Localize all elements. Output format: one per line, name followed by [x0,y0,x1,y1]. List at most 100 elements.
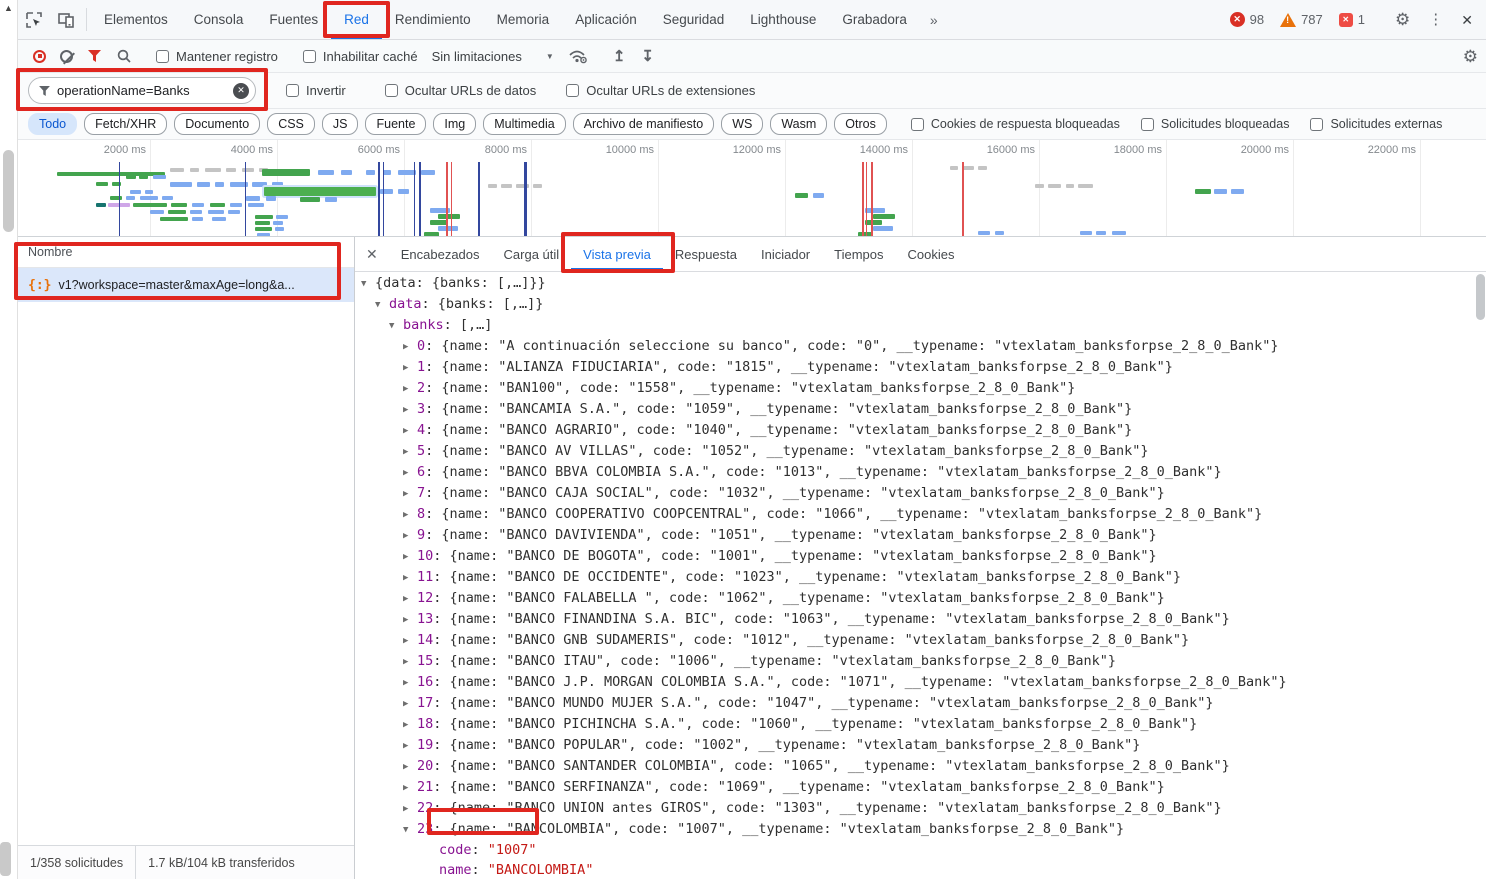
expand-arrow-icon[interactable]: ▶ [403,631,417,651]
tree-bank-14[interactable]: ▶14: {name: "BANCO GNB SUDAMERIS", code:… [361,630,1486,651]
close-details-icon[interactable]: ✕ [355,237,389,271]
expand-arrow-icon[interactable]: ▶ [403,484,417,504]
details-tab-respuesta[interactable]: Respuesta [663,237,749,271]
tab-memoria[interactable]: Memoria [484,0,563,39]
kebab-menu-icon[interactable]: ⋮ [1421,12,1450,27]
expand-arrow-icon[interactable]: ▶ [403,652,417,672]
scrollbar-thumb[interactable] [3,150,14,232]
tab-red[interactable]: Red [331,0,382,39]
tree-bank-22[interactable]: ▶22: {name: "BANCO UNION antes GIROS", c… [361,798,1486,819]
console-warnings-badge[interactable]: 787 [1274,12,1329,27]
expand-arrow-icon[interactable]: ▶ [403,736,417,756]
preview-json-tree[interactable]: ▼{data: {banks: [,…]}}▼data: {banks: [,…… [355,272,1486,879]
chip-img[interactable]: Img [433,113,476,135]
settings-gear-icon[interactable]: ⚙ [1388,11,1417,28]
import-har-icon[interactable]: ↥ [605,47,634,65]
tab-fuentes[interactable]: Fuentes [256,0,331,39]
expand-arrow-icon[interactable]: ▶ [403,547,417,567]
checkbox-icon[interactable] [1141,118,1154,131]
expand-arrow-icon[interactable]: ▶ [403,358,417,378]
tree-bank-19[interactable]: ▶19: {name: "BANCO POPULAR", code: "1002… [361,735,1486,756]
tree-bank-4[interactable]: ▶4: {name: "BANCO AGRARIO", code: "1040"… [361,420,1486,441]
checkbox-cookies-de-respuesta-bloqueadas[interactable]: Cookies de respuesta bloqueadas [904,117,1127,131]
expand-arrow-icon[interactable]: ▶ [403,568,417,588]
expand-arrow-icon[interactable]: ▶ [403,442,417,462]
tree-bank-15[interactable]: ▶15: {name: "BANCO ITAU", code: "1006", … [361,651,1486,672]
chip-css[interactable]: CSS [267,113,315,135]
checkbox-icon[interactable] [286,84,299,97]
details-tab-cookies[interactable]: Cookies [896,237,967,271]
checkbox-icon[interactable] [385,84,398,97]
details-tab-iniciador[interactable]: Iniciador [749,237,822,271]
expand-arrow-icon[interactable]: ▶ [403,526,417,546]
expand-arrow-icon[interactable]: ▶ [403,715,417,735]
chip-documento[interactable]: Documento [174,113,260,135]
console-errors-badge[interactable]: ✕ 98 [1224,12,1270,27]
tab-seguridad[interactable]: Seguridad [650,0,738,39]
expand-arrow-icon[interactable]: ▶ [403,694,417,714]
chip-multimedia[interactable]: Multimedia [483,113,565,135]
tree-bank-23[interactable]: ▼23: {name: "BANCOLOMBIA", code: "1007",… [361,819,1486,840]
clear-network-log-icon[interactable] [60,50,73,63]
checkbox-icon[interactable] [303,50,316,63]
expand-arrow-icon[interactable]: ▶ [403,778,417,798]
tree-bank-9[interactable]: ▶9: {name: "BANCO DAVIVIENDA", code: "10… [361,525,1486,546]
collapse-arrow-icon[interactable]: ▼ [389,316,403,336]
collapse-arrow-icon[interactable]: ▼ [361,274,375,294]
tab-consola[interactable]: Consola [181,0,257,39]
hide-data-urls-checkbox[interactable]: Ocultar URLs de datos [377,83,545,98]
tree-bank-8[interactable]: ▶8: {name: "BANCO COOPERATIVO COOPCENTRA… [361,504,1486,525]
expand-arrow-icon[interactable]: ▶ [403,673,417,693]
filter-input-value[interactable]: operationName=Banks [57,83,226,98]
tree-bank-3[interactable]: ▶3: {name: "BANCAMIA S.A.", code: "1059"… [361,399,1486,420]
checkbox-solicitudes-externas[interactable]: Solicitudes externas [1303,117,1449,131]
tree-bank-17[interactable]: ▶17: {name: "BANCO MUNDO MUJER S.A.", co… [361,693,1486,714]
tree-data[interactable]: ▼data: {banks: [,…]} [361,294,1486,315]
disable-cache-checkbox[interactable]: Inhabilitar caché [295,49,426,64]
chip-wasm[interactable]: Wasm [770,113,827,135]
checkbox-icon[interactable] [566,84,579,97]
checkbox-solicitudes-bloqueadas[interactable]: Solicitudes bloqueadas [1134,117,1297,131]
tree-bank-7[interactable]: ▶7: {name: "BANCO CAJA SOCIAL", code: "1… [361,483,1486,504]
tree-bank-11[interactable]: ▶11: {name: "BANCO DE OCCIDENTE", code: … [361,567,1486,588]
inspect-element-icon[interactable] [18,0,50,39]
details-scrollbar-thumb[interactable] [1476,274,1485,320]
tree-bank-5[interactable]: ▶5: {name: "BANCO AV VILLAS", code: "105… [361,441,1486,462]
tree-bank-23-code[interactable]: code: "1007" [361,840,1486,860]
issues-badge[interactable]: ✕ 1 [1333,12,1371,27]
tree-bank-0[interactable]: ▶0: {name: "A continuación seleccione su… [361,336,1486,357]
expand-arrow-icon[interactable]: ▶ [403,757,417,777]
expand-arrow-icon[interactable]: ▶ [403,337,417,357]
tab-lighthouse[interactable]: Lighthouse [737,0,829,39]
tree-bank-20[interactable]: ▶20: {name: "BANCO SANTANDER COLOMBIA", … [361,756,1486,777]
checkbox-icon[interactable] [1310,118,1323,131]
preserve-log-checkbox[interactable]: Mantener registro [148,49,286,64]
network-conditions-icon[interactable] [560,48,596,64]
chip-fuente[interactable]: Fuente [365,113,426,135]
tree-bank-6[interactable]: ▶6: {name: "BANCO BBVA COLOMBIA S.A.", c… [361,462,1486,483]
filter-toggle-icon[interactable] [88,50,101,62]
tab-rendimiento[interactable]: Rendimiento [382,0,484,39]
expand-arrow-icon[interactable]: ▶ [403,400,417,420]
chip-otros[interactable]: Otros [834,113,887,135]
chip-todo[interactable]: Todo [28,113,77,135]
tab-grabadora[interactable]: Grabadora [829,0,920,39]
device-toolbar-icon[interactable] [50,0,82,39]
tree-bank-21[interactable]: ▶21: {name: "BANCO SERFINANZA", code: "1… [361,777,1486,798]
request-row[interactable]: {:} v1?workspace=master&maxAge=long&a... [18,268,354,302]
more-tabs-button[interactable]: » [920,0,948,39]
search-icon[interactable] [117,49,131,63]
chip-js[interactable]: JS [322,113,359,135]
chip-archivo-de-manifiesto[interactable]: Archivo de manifiesto [573,113,715,135]
details-tab-encabezados[interactable]: Encabezados [389,237,492,271]
tree-banks[interactable]: ▼banks: [,…] [361,315,1486,336]
collapse-arrow-icon[interactable]: ▼ [375,295,389,315]
network-settings-gear-icon[interactable]: ⚙ [1455,48,1486,65]
expand-arrow-icon[interactable]: ▶ [403,589,417,609]
close-devtools-icon[interactable]: ✕ [1454,13,1480,27]
throttling-select[interactable]: Sin limitaciones ▼ [426,49,560,64]
tree-bank-12[interactable]: ▶12: {name: "BANCO FALABELLA ", code: "1… [361,588,1486,609]
tree-bank-18[interactable]: ▶18: {name: "BANCO PICHINCHA S.A.", code… [361,714,1486,735]
tab-aplicación[interactable]: Aplicación [562,0,650,39]
scroll-up-arrow-icon[interactable]: ▲ [4,3,13,13]
